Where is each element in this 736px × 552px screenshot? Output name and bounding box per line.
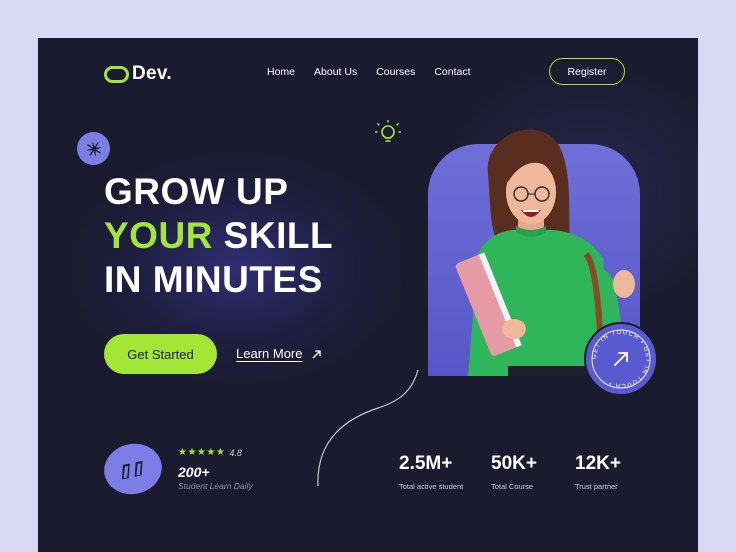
headline-line-3: IN MINUTES [104, 259, 323, 300]
headline-accent: YOUR [104, 215, 213, 256]
hero-headline: GROW UP YOUR SKILL IN MINUTES [104, 170, 333, 302]
rating-stars: ★★★★★ [178, 447, 226, 458]
nav-home[interactable]: Home [267, 66, 295, 78]
quote-badge [99, 438, 167, 500]
arrow-up-right-icon [614, 352, 628, 366]
nav-contact[interactable]: Contact [434, 66, 470, 78]
student-count: 200+ [178, 464, 210, 480]
get-started-button[interactable]: Get Started [104, 334, 217, 374]
stat-label: Trust partner [575, 482, 618, 491]
sparkle-icon [85, 140, 102, 157]
get-in-touch-badge[interactable]: GET IN TOUCH • GET IN TOUCH • [584, 322, 658, 396]
headline-line-1: GROW UP [104, 171, 289, 212]
stat-label: Total active student [399, 482, 464, 491]
page-frame: Dev. Home About Us Courses Contact Regis… [38, 38, 698, 552]
sparkle-badge [73, 128, 114, 169]
rating-value: 4.8 [229, 447, 242, 458]
learn-more-label: Learn More [236, 346, 303, 361]
register-button[interactable]: Register [549, 58, 625, 85]
main-nav: Home About Us Courses Contact [267, 66, 490, 78]
lightbulb-icon [374, 120, 402, 142]
stat-value: 50K+ [491, 453, 537, 474]
headline-line-2: SKILL [212, 215, 334, 256]
stat-active-students: 2.5M+ Total active student [399, 453, 463, 491]
student-count-label: Student Learn Daily [178, 481, 253, 491]
logo-text: Dev. [132, 63, 172, 84]
rating: ★★★★★ 4.8 [178, 447, 242, 458]
logo[interactable]: Dev. [104, 63, 172, 85]
quote-icon [121, 460, 143, 480]
logo-mark-icon [104, 65, 129, 83]
nav-courses[interactable]: Courses [376, 66, 415, 78]
stat-total-course: 50K+ Total Course [491, 453, 537, 491]
stat-label: Total Course [491, 482, 534, 491]
stat-trust-partner: 12K+ Trust partner [575, 453, 621, 491]
get-in-touch-ring: GET IN TOUCH • GET IN TOUCH • [591, 329, 651, 389]
learn-more-link[interactable]: Learn More [236, 346, 322, 361]
stat-value: 2.5M+ [399, 453, 453, 474]
arrow-up-right-icon [313, 349, 322, 358]
stat-value: 12K+ [575, 453, 621, 474]
nav-about-us[interactable]: About Us [314, 66, 357, 78]
